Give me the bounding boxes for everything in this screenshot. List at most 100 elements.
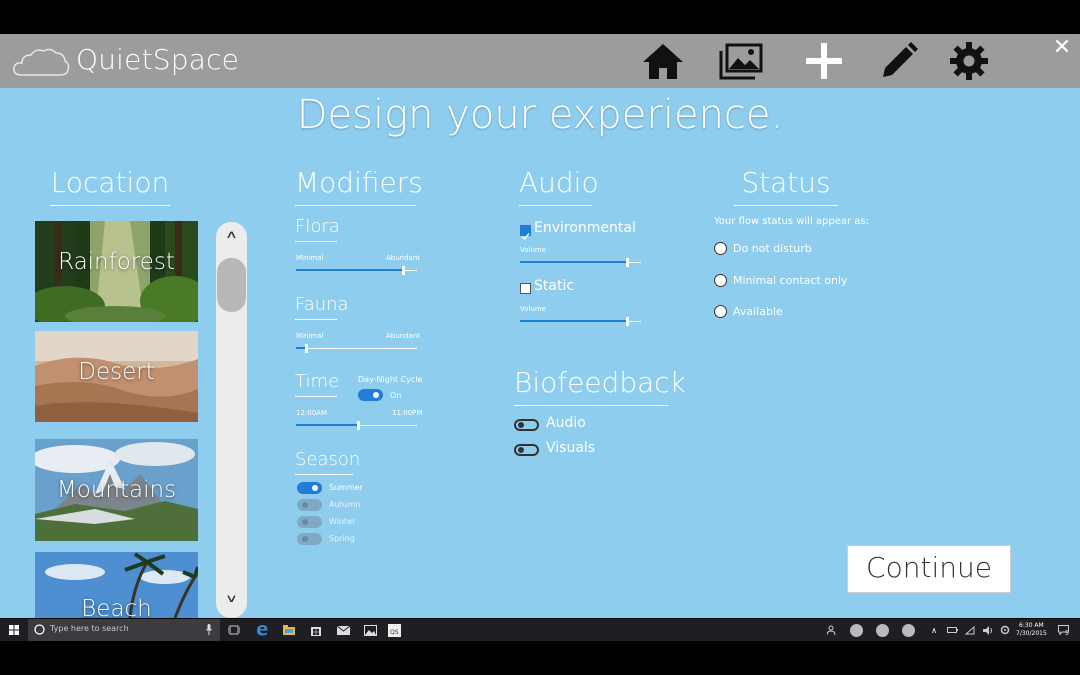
svg-text:QS: QS <box>390 629 399 636</box>
taskbar-clock[interactable]: 6:30 AM 7/30/2015 <box>1016 622 1047 638</box>
static-volume-slider[interactable] <box>520 317 641 326</box>
time-max-label: 11:00PM <box>392 409 423 417</box>
fauna-slider-thumb[interactable] <box>305 344 308 353</box>
season-label: Season <box>295 449 360 475</box>
edit-icon[interactable] <box>876 40 922 82</box>
status-radio-minimal-contact[interactable] <box>714 274 727 287</box>
mail-icon[interactable] <box>335 619 351 641</box>
environmental-volume-label: Volume <box>520 246 547 254</box>
cloud-logo-icon <box>12 47 70 81</box>
windows-start-icon[interactable] <box>6 619 22 641</box>
location-card-rainforest[interactable]: Rainforest <box>35 221 198 322</box>
fauna-slider[interactable] <box>296 344 417 353</box>
edge-browser-icon[interactable] <box>254 619 270 641</box>
environmental-slider-fill <box>520 261 627 263</box>
file-explorer-icon[interactable] <box>281 619 297 641</box>
quietspace-app-icon[interactable]: QS <box>386 619 402 641</box>
home-icon[interactable] <box>640 40 686 82</box>
biofeedback-title-text: Biofeedback <box>514 366 686 399</box>
season-toggle-winter[interactable] <box>297 516 322 528</box>
volume-icon[interactable] <box>981 619 995 641</box>
status-radio-do-not-disturb[interactable] <box>714 242 727 255</box>
day-night-cycle-toggle[interactable] <box>358 389 383 401</box>
season-toggle-autumn[interactable] <box>297 499 322 511</box>
time-label-text: Time <box>295 371 340 392</box>
status-title-text: Status <box>741 166 831 199</box>
audio-title-text: Audio <box>519 166 599 199</box>
flora-slider-fill <box>296 269 402 271</box>
microphone-icon[interactable] <box>206 624 212 635</box>
photos-icon[interactable] <box>362 619 378 641</box>
taskbar: Type here to search QS ∧ 6:30 AM 7/30/20… <box>0 619 1080 641</box>
top-bar: QuietSpace ✕ <box>0 34 1080 88</box>
season-option-label: Spring <box>329 534 355 543</box>
status-radio-available[interactable] <box>714 305 727 318</box>
status-caption: Your flow status will appear as: <box>714 216 869 227</box>
clock-date: 7/30/2015 <box>1016 630 1047 637</box>
tray-app-icon[interactable] <box>902 624 915 637</box>
location-card-label: Mountains <box>56 477 177 503</box>
location-card-label: Beach <box>81 596 152 618</box>
season-toggle-summer[interactable] <box>297 482 322 494</box>
biofeedback-title: Biofeedback <box>514 366 686 406</box>
tray-app-icon[interactable] <box>876 624 889 637</box>
environmental-volume-slider[interactable] <box>520 258 641 267</box>
flora-slider[interactable] <box>296 266 417 275</box>
flora-slider-thumb[interactable] <box>402 266 405 275</box>
cortana-icon <box>34 624 45 635</box>
season-option-label: Winter <box>329 517 356 526</box>
flora-label-text: Flora <box>295 216 340 237</box>
time-slider-fill <box>296 424 357 426</box>
taskbar-search-box[interactable]: Type here to search <box>28 619 220 641</box>
biofeedback-visuals-toggle[interactable] <box>514 444 539 456</box>
task-view-icon[interactable] <box>226 619 242 641</box>
location-card-label: Rainforest <box>58 249 175 275</box>
add-icon[interactable] <box>801 40 847 82</box>
location-card-desert[interactable]: Desert <box>35 331 198 422</box>
settings-icon[interactable] <box>946 40 992 82</box>
environmental-checkbox[interactable] <box>520 225 531 241</box>
static-slider-thumb[interactable] <box>626 317 629 326</box>
flora-max-label: Abundant <box>386 254 421 262</box>
static-checkbox[interactable] <box>520 283 531 294</box>
season-toggle-spring[interactable] <box>297 533 322 545</box>
biofeedback-audio-toggle[interactable] <box>514 419 539 431</box>
continue-button[interactable]: Continue <box>847 545 1011 593</box>
audio-title: Audio <box>519 166 599 206</box>
tray-app-icon[interactable] <box>850 624 863 637</box>
status-title: Status <box>734 166 838 206</box>
modifiers-title-text: Modifiers <box>295 166 423 199</box>
battery-icon[interactable] <box>945 619 959 641</box>
page-headline: Design your experience. <box>296 92 784 138</box>
location-card-mountains[interactable]: Mountains <box>35 439 198 541</box>
show-hidden-icons-chevron-icon[interactable]: ∧ <box>928 619 940 641</box>
environmental-label: Environmental <box>534 220 636 236</box>
static-label: Static <box>534 278 575 294</box>
flora-label: Flora <box>295 216 340 242</box>
location-title: Location <box>50 166 170 206</box>
modifiers-title: Modifiers <box>295 166 423 206</box>
status-option-label: Do not disturb <box>733 242 812 255</box>
time-slider-thumb[interactable] <box>357 421 360 430</box>
settings-gear-icon[interactable] <box>998 619 1012 641</box>
flora-min-label: Minimal <box>296 254 324 262</box>
gallery-icon[interactable] <box>718 40 764 82</box>
action-center-icon[interactable]: 5 <box>1056 619 1070 641</box>
time-slider[interactable] <box>296 421 417 430</box>
location-card-beach[interactable]: Beach <box>35 552 198 618</box>
status-option-label: Available <box>733 305 783 318</box>
clock-time: 6:30 AM <box>1019 622 1044 629</box>
store-icon[interactable] <box>308 619 324 641</box>
people-icon[interactable] <box>826 619 838 641</box>
wifi-icon[interactable] <box>963 619 977 641</box>
scroll-up-icon[interactable]: ∧ <box>207 228 257 241</box>
scroll-down-icon[interactable]: ∨ <box>207 592 257 605</box>
location-scrollbar[interactable]: ∧ ∨ <box>216 222 247 618</box>
static-volume-label: Volume <box>520 305 547 313</box>
environmental-slider-thumb[interactable] <box>626 258 629 267</box>
notification-count: 5 <box>1065 630 1069 637</box>
close-icon[interactable]: ✕ <box>1050 36 1074 60</box>
fauna-min-label: Minimal <box>296 332 324 340</box>
app-title: QuietSpace <box>76 43 240 76</box>
scroll-thumb[interactable] <box>217 258 246 312</box>
